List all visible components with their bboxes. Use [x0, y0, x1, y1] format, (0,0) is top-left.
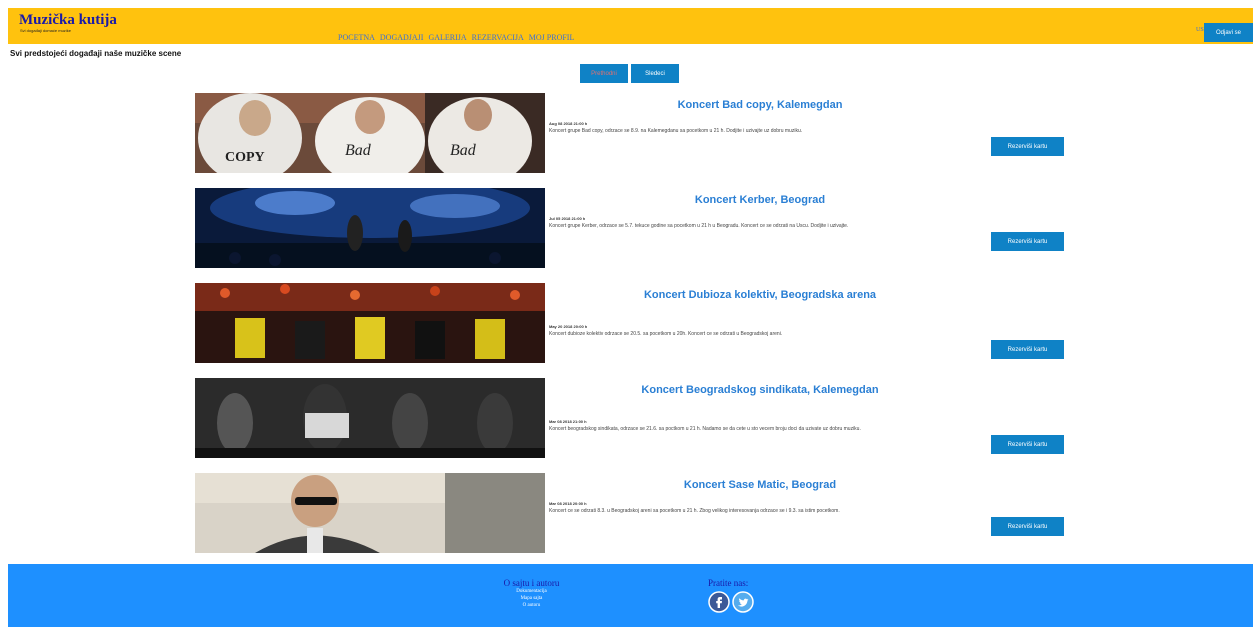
- event-date: Jul 05 2018 21:00 h: [549, 216, 586, 221]
- svg-text:Bad: Bad: [450, 142, 477, 159]
- event-card: Koncert Kerber, Beograd Jul 05 2018 21:0…: [195, 188, 1075, 268]
- event-date: May 20 2018 20:00 h: [549, 324, 588, 329]
- event-card: Koncert Sase Matic, Beograd Mar 08 2018 …: [195, 473, 1075, 553]
- event-title[interactable]: Koncert Sase Matic, Beograd: [635, 479, 885, 492]
- nav-pocetna[interactable]: POCETNA: [338, 33, 375, 42]
- footer-about: O sajtu i autoru Dokumentacija Mapa sajt…: [494, 578, 569, 609]
- event-date: Mar 08 2018 20:00 h: [549, 501, 587, 506]
- twitter-icon[interactable]: [732, 591, 754, 613]
- site-subtitle: Svi događaji domaće muzike: [20, 28, 71, 33]
- reserve-ticket-button[interactable]: Rezerviši kartu: [991, 340, 1064, 359]
- event-title[interactable]: Koncert Kerber, Beograd: [635, 194, 885, 207]
- event-title[interactable]: Koncert Beogradskog sindikata, Kalemegda…: [635, 384, 885, 397]
- site-footer: O sajtu i autoru Dokumentacija Mapa sajt…: [8, 564, 1253, 627]
- reserve-ticket-button[interactable]: Rezerviši kartu: [991, 435, 1064, 454]
- footer-link-mapa-sajta[interactable]: Mapa sajta: [494, 595, 569, 602]
- site-title[interactable]: Muzička kutija: [19, 12, 117, 29]
- nav-dogadjaji[interactable]: DOGADJAJI: [380, 33, 424, 42]
- event-card: Koncert Beogradskog sindikata, Kalemegda…: [195, 378, 1075, 458]
- footer-follow-title: Pratite nas:: [708, 578, 749, 588]
- footer-link-o-autoru[interactable]: O autoru: [494, 602, 569, 609]
- nav-moj-profil[interactable]: MOJ PROFIL: [529, 33, 575, 42]
- event-image-sasa-matic: [195, 473, 545, 553]
- footer-about-title: O sajtu i autoru: [503, 578, 560, 588]
- event-description: Koncert ce se odrzati 8.3. u Beogradskoj…: [549, 508, 840, 514]
- site-header: Muzička kutija Svi događaji domaće muzik…: [8, 8, 1253, 44]
- footer-follow: Pratite nas:: [708, 578, 754, 613]
- logout-button[interactable]: Odjavi se: [1204, 23, 1253, 42]
- nav-rezervacija[interactable]: REZERVACIJA: [472, 33, 524, 42]
- reserve-ticket-button[interactable]: Rezerviši kartu: [991, 137, 1064, 156]
- pager: Prethodni Sledeci: [580, 64, 679, 83]
- page-heading: Svi predstojeći događaji naše muzičke sc…: [10, 49, 182, 58]
- svg-text:Bad: Bad: [345, 142, 372, 159]
- event-date: Aug 08 2018 21:00 h: [549, 121, 588, 126]
- main-nav: POCETNA DOGADJAJI GALERIJA REZERVACIJA M…: [338, 33, 574, 42]
- next-page-button[interactable]: Sledeci: [631, 64, 679, 83]
- event-description: Koncert beogradskog sindikata, odrzace s…: [549, 426, 861, 432]
- previous-page-button[interactable]: Prethodni: [580, 64, 628, 83]
- event-title[interactable]: Koncert Bad copy, Kalemegdan: [635, 99, 885, 112]
- event-card: COPY Bad Bad Koncert Bad copy, Kalemegda…: [195, 93, 1075, 173]
- social-links: [708, 591, 754, 613]
- event-description: Koncert grupe Kerber, odrzace se 5.7. te…: [549, 223, 849, 229]
- event-date: Mar 08 2018 21:00 h: [549, 419, 587, 424]
- footer-link-dokumentacija[interactable]: Dokumentacija: [494, 588, 569, 595]
- nav-galerija[interactable]: GALERIJA: [428, 33, 466, 42]
- event-image-dubioza-kolektiv: [195, 283, 545, 363]
- event-title[interactable]: Koncert Dubioza kolektiv, Beogradska are…: [635, 289, 885, 302]
- event-image-bad-copy: COPY Bad Bad: [195, 93, 545, 173]
- event-card: Koncert Dubioza kolektiv, Beogradska are…: [195, 283, 1075, 363]
- event-image-beogradski-sindikat: [195, 378, 545, 458]
- event-description: Koncert grupe Bad copy, odrzace se 8.9. …: [549, 128, 803, 134]
- reserve-ticket-button[interactable]: Rezerviši kartu: [991, 517, 1064, 536]
- svg-text:COPY: COPY: [225, 150, 265, 165]
- reserve-ticket-button[interactable]: Rezerviši kartu: [991, 232, 1064, 251]
- facebook-icon[interactable]: [708, 591, 730, 613]
- event-description: Koncert dubioze kolektiv odrzace se 20.5…: [549, 331, 783, 337]
- event-image-kerber: [195, 188, 545, 268]
